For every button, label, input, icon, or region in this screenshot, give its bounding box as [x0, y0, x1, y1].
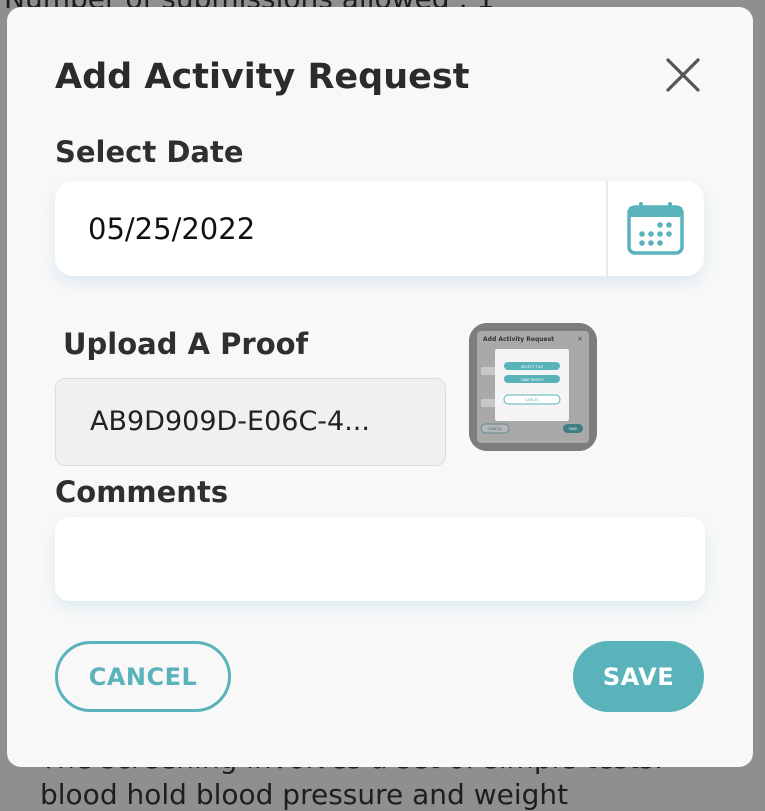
save-button[interactable]: SAVE: [573, 641, 704, 712]
calendar-icon: [627, 202, 684, 255]
svg-text:×: ×: [577, 335, 583, 343]
thumb-bg-cancel: CANCEL: [488, 427, 502, 431]
proof-file-field[interactable]: AB9D909D-E06C-4...: [55, 378, 446, 466]
proof-file-name: AB9D909D-E06C-4...: [90, 406, 370, 437]
select-date-label: Select Date: [55, 135, 244, 169]
add-activity-modal: Add Activity Request Select Date 05/25/2…: [7, 7, 753, 767]
thumb-take-photo: TAKE PHOTO: [520, 378, 544, 382]
comments-field[interactable]: [55, 517, 709, 603]
comments-input[interactable]: [55, 517, 709, 603]
proof-thumbnail[interactable]: Add Activity Request × SELECT FILE TAKE …: [469, 323, 597, 451]
modal-title: Add Activity Request: [55, 57, 470, 97]
close-button[interactable]: [662, 54, 704, 96]
cancel-button[interactable]: CANCEL: [55, 641, 231, 712]
thumb-bg-save: SAVE: [569, 427, 578, 431]
date-field[interactable]: 05/25/2022: [55, 181, 704, 276]
proof-thumbnail-image: Add Activity Request × SELECT FILE TAKE …: [469, 323, 597, 451]
calendar-button[interactable]: [627, 201, 684, 255]
date-value: 05/25/2022: [88, 212, 256, 246]
close-icon: [666, 58, 700, 92]
upload-proof-label: Upload A Proof: [63, 327, 309, 361]
thumb-select-file: SELECT FILE: [521, 365, 544, 369]
comments-label: Comments: [55, 475, 229, 509]
thumb-cancel: CANCEL: [525, 398, 539, 402]
background-text: blood hold blood pressure and weight: [40, 778, 569, 811]
thumb-title: Add Activity Request: [483, 336, 554, 343]
divider: [606, 181, 608, 276]
